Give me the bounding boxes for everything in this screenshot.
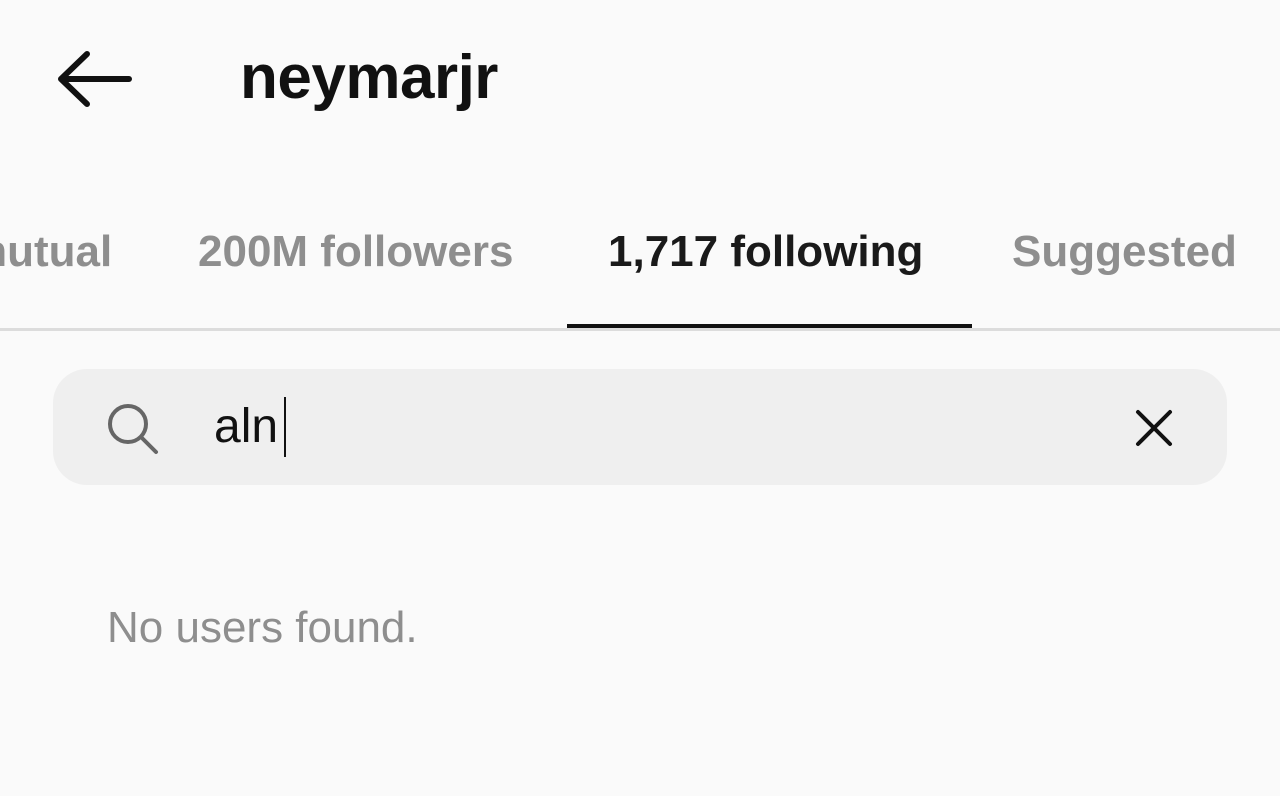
top-bar: neymarjr bbox=[0, 0, 1280, 160]
tab-followers[interactable]: 200M followers bbox=[198, 224, 513, 280]
tab-bar: mutual 200M followers 1,717 following Su… bbox=[0, 200, 1280, 331]
empty-state-message: No users found. bbox=[107, 603, 418, 652]
search-icon bbox=[108, 404, 158, 454]
arrow-left-icon bbox=[58, 51, 132, 107]
tab-mutual[interactable]: mutual bbox=[0, 224, 112, 280]
following-screen: neymarjr mutual 200M followers 1,717 fol… bbox=[0, 0, 1280, 796]
text-cursor bbox=[284, 397, 286, 457]
back-button[interactable] bbox=[50, 44, 136, 114]
active-tab-indicator bbox=[567, 324, 972, 328]
page-title: neymarjr bbox=[240, 43, 498, 112]
tab-suggested[interactable]: Suggested bbox=[1012, 224, 1237, 280]
close-icon bbox=[1136, 410, 1172, 446]
tab-following[interactable]: 1,717 following bbox=[608, 224, 923, 280]
clear-search-button[interactable] bbox=[1126, 400, 1182, 456]
search-input[interactable] bbox=[214, 395, 1074, 459]
